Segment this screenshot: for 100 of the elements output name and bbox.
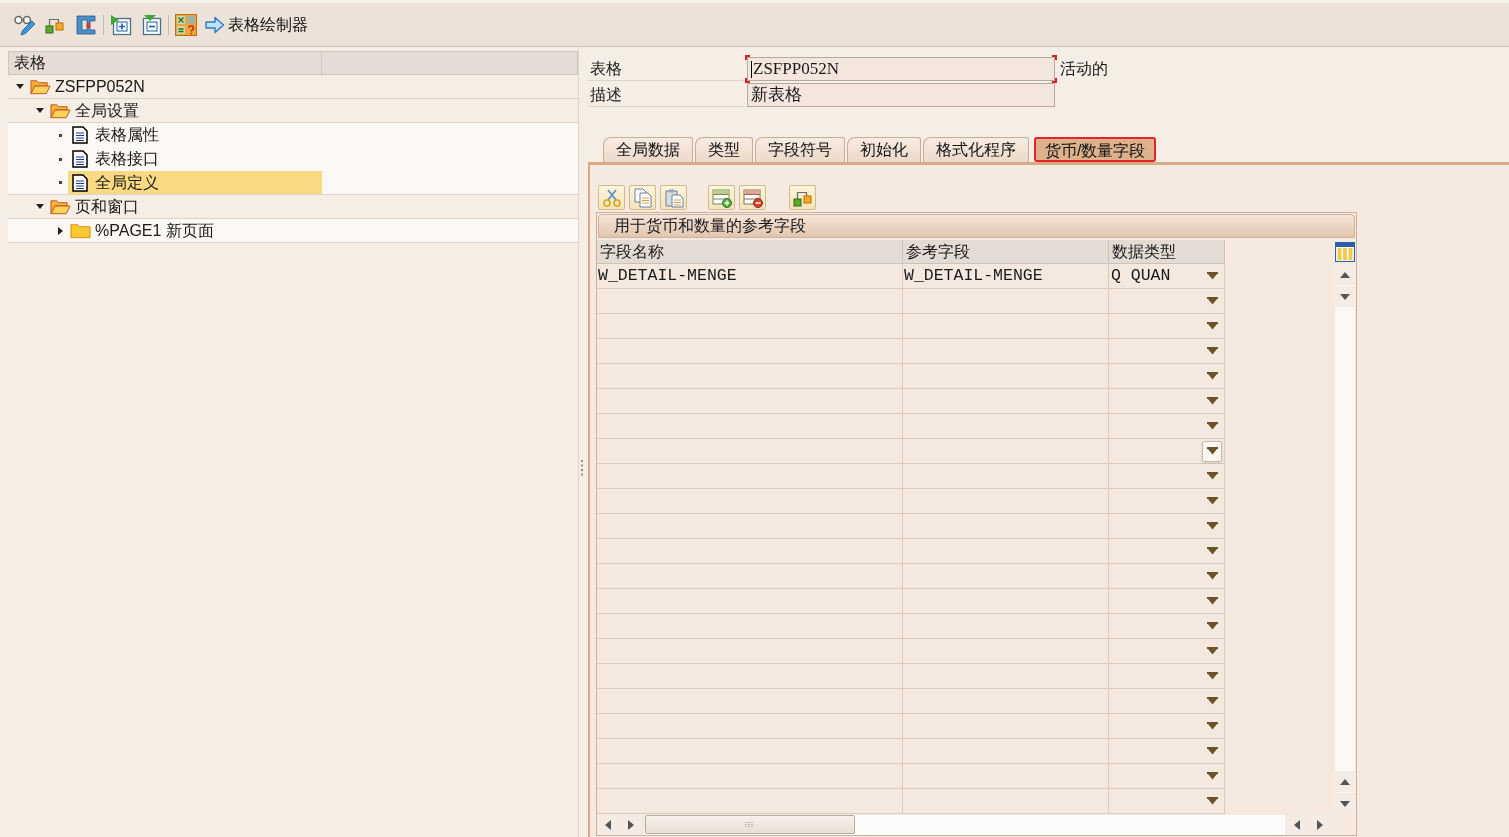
table-cell[interactable] (597, 689, 903, 714)
tree-item[interactable]: 表格属性 (68, 123, 162, 147)
scroll-down-button[interactable] (1335, 286, 1355, 307)
table-cell[interactable] (1109, 389, 1225, 414)
table-cell[interactable] (903, 614, 1109, 639)
table-cell[interactable] (597, 764, 903, 789)
box-minus-icon[interactable] (140, 13, 162, 36)
toolbar-button[interactable]: 表格绘制器 (205, 12, 308, 37)
table-cell[interactable]: W_DETAIL-MENGE (903, 264, 1109, 289)
tree-item[interactable]: 全局定义 (68, 171, 322, 194)
hierarchy-button[interactable] (789, 185, 816, 210)
table-cell[interactable] (597, 364, 903, 389)
table-cell[interactable] (903, 539, 1109, 564)
triangle-down-icon[interactable] (16, 84, 24, 89)
table-cell[interactable] (903, 739, 1109, 764)
table-cell[interactable] (903, 714, 1109, 739)
copy-button[interactable] (629, 185, 656, 210)
table-cell[interactable] (1109, 614, 1225, 639)
table-cell[interactable] (1109, 639, 1225, 664)
table-cell[interactable] (1109, 289, 1225, 314)
triangle-down-icon[interactable] (36, 204, 44, 209)
table-cell[interactable] (597, 289, 903, 314)
tab[interactable]: 货币/数量字段 (1034, 137, 1157, 162)
scroll-right-button[interactable] (621, 814, 641, 835)
scroll-right-button[interactable] (1310, 814, 1330, 835)
clamp-icon[interactable] (75, 13, 97, 36)
column-header[interactable] (322, 51, 578, 75)
table-cell[interactable] (597, 714, 903, 739)
scroll-left-button[interactable] (1287, 814, 1307, 835)
table-cell[interactable] (597, 639, 903, 664)
table-cell[interactable] (597, 739, 903, 764)
table-cell[interactable] (903, 414, 1109, 439)
text-field[interactable]: 新表格 (745, 81, 1057, 109)
column-header[interactable]: 表格 (8, 51, 322, 75)
table-cell[interactable] (597, 664, 903, 689)
table-cell[interactable] (903, 589, 1109, 614)
table-cell[interactable] (597, 414, 903, 439)
table-cell[interactable] (1109, 414, 1225, 439)
table-cell[interactable] (1109, 739, 1225, 764)
table-cell[interactable] (597, 464, 903, 489)
scrollbar-track[interactable] (1335, 264, 1355, 814)
table-cell[interactable] (597, 614, 903, 639)
table-cell[interactable] (1109, 539, 1225, 564)
table-cell[interactable] (1109, 364, 1225, 389)
table-cell[interactable] (597, 589, 903, 614)
table-cell[interactable] (1109, 514, 1225, 539)
table-cell[interactable] (597, 514, 903, 539)
scroll-down-button[interactable] (1335, 793, 1355, 814)
table-cell[interactable] (1109, 764, 1225, 789)
table-cell[interactable]: Q QUAN (1109, 264, 1225, 289)
table-cell[interactable] (1109, 314, 1225, 339)
table-cell[interactable]: W_DETAIL-MENGE (597, 264, 903, 289)
table-cell[interactable] (1109, 564, 1225, 589)
column-header[interactable]: 参考字段 (903, 240, 1109, 264)
scroll-up-button[interactable] (1335, 771, 1355, 792)
column-settings-icon[interactable] (1335, 242, 1355, 262)
table-cell[interactable] (597, 339, 903, 364)
table-cell[interactable] (903, 789, 1109, 814)
table-cell[interactable] (1109, 664, 1225, 689)
table-cell[interactable] (903, 564, 1109, 589)
tab[interactable]: 初始化 (847, 137, 921, 162)
table-cell[interactable] (903, 464, 1109, 489)
table-cell[interactable] (903, 514, 1109, 539)
table-cell[interactable] (1109, 789, 1225, 814)
tree-item[interactable]: 表格接口 (68, 147, 162, 171)
table-cell[interactable] (903, 639, 1109, 664)
tab[interactable]: 格式化程序 (923, 137, 1029, 162)
insert-row-button[interactable] (708, 185, 735, 210)
tab[interactable]: 类型 (695, 137, 753, 162)
table-cell[interactable] (597, 539, 903, 564)
table-cell[interactable] (1109, 489, 1225, 514)
table-cell[interactable] (1109, 689, 1225, 714)
table-cell[interactable] (903, 764, 1109, 789)
table-cell[interactable] (597, 389, 903, 414)
paste-button[interactable] (660, 185, 687, 210)
grid-question-icon[interactable] (175, 13, 197, 36)
tree-item[interactable]: 页和窗口 (48, 195, 142, 218)
table-cell[interactable] (597, 489, 903, 514)
table-cell[interactable] (903, 364, 1109, 389)
scrollbar-thumb[interactable] (645, 815, 855, 834)
triangle-right-icon[interactable] (57, 226, 63, 235)
table-cell[interactable] (1109, 439, 1225, 464)
table-cell[interactable] (597, 564, 903, 589)
text-field[interactable]: ZSFPP052N (745, 55, 1057, 83)
tree-item[interactable]: ZSFPP052N (28, 75, 148, 98)
table-cell[interactable] (903, 314, 1109, 339)
scroll-up-button[interactable] (1335, 264, 1355, 285)
tab[interactable]: 全局数据 (603, 137, 693, 162)
table-cell[interactable] (1109, 464, 1225, 489)
table-cell[interactable] (903, 664, 1109, 689)
splitter-grip-icon[interactable] (581, 460, 584, 476)
tree-item[interactable]: %PAGE1 新页面 (68, 219, 217, 242)
triangle-down-icon[interactable] (36, 108, 44, 113)
table-cell[interactable] (903, 389, 1109, 414)
table-cell[interactable] (903, 289, 1109, 314)
scroll-left-button[interactable] (598, 814, 618, 835)
delete-row-button[interactable] (739, 185, 766, 210)
cut-button[interactable] (598, 185, 625, 210)
table-cell[interactable] (903, 439, 1109, 464)
table-cell[interactable] (597, 314, 903, 339)
